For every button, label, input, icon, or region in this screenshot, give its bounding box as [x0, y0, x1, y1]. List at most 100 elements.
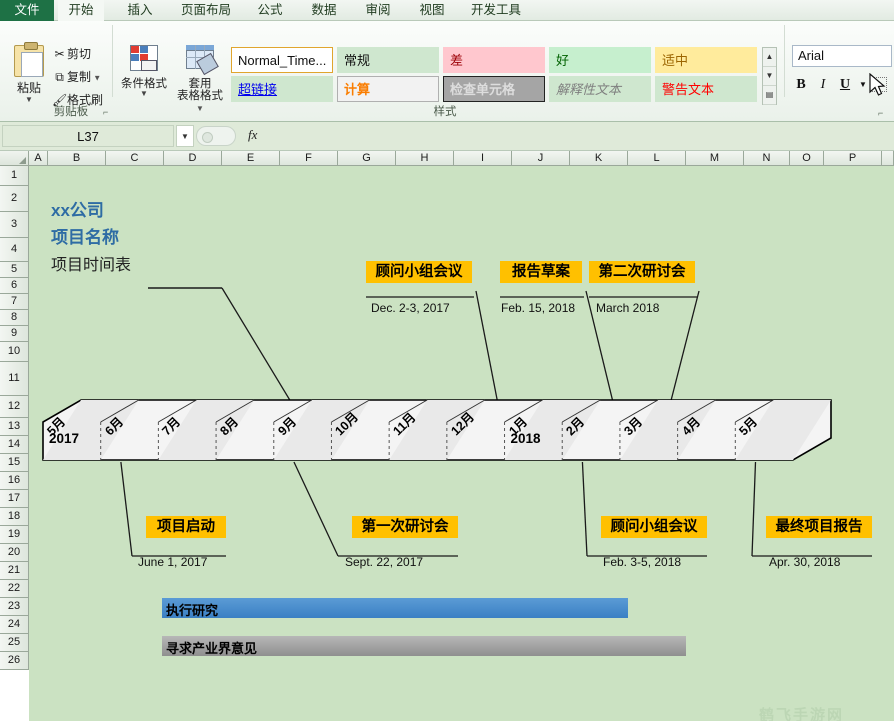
formula-input[interactable]	[300, 125, 892, 147]
column-header-H[interactable]: H	[396, 151, 454, 166]
cell-style-0[interactable]: Normal_Time...	[231, 47, 333, 73]
cell-style-4[interactable]: 适中	[655, 47, 757, 73]
cell-style-2[interactable]: 差	[443, 47, 545, 73]
conditional-format-icon	[127, 45, 161, 77]
font-family-input[interactable]: Arial	[792, 45, 892, 67]
select-all-corner[interactable]	[0, 151, 29, 166]
cut-button[interactable]: ✂剪切	[52, 45, 91, 64]
styles-scroll-button-2[interactable]: ▤	[763, 86, 776, 105]
column-header-x[interactable]	[882, 151, 894, 166]
underline-caret[interactable]: ▼	[854, 75, 872, 95]
ribbon-tab-3[interactable]: 页面布局	[172, 0, 240, 21]
row-header-15[interactable]: 15	[0, 454, 29, 472]
formula-buttons-group	[196, 126, 236, 146]
cell-style-3[interactable]: 好	[549, 47, 651, 73]
row-header-11[interactable]: 11	[0, 362, 29, 396]
conditional-format-button[interactable]: 条件格式 ▼	[116, 45, 172, 97]
ribbon-tab-5[interactable]: 数据	[302, 0, 346, 21]
ribbon-tab-0[interactable]: 文件	[0, 0, 54, 21]
copy-dropdown-caret[interactable]: ▼	[91, 73, 101, 82]
styles-scroll-button-0[interactable]: ▲	[763, 48, 776, 67]
name-box[interactable]: L37	[2, 125, 174, 147]
cell-style-1[interactable]: 常规	[337, 47, 439, 73]
row-header-26[interactable]: 26	[0, 652, 29, 670]
column-header-E[interactable]: E	[222, 151, 280, 166]
bold-button[interactable]: B	[792, 75, 810, 95]
borders-icon[interactable]	[872, 77, 887, 92]
insert-function-icon[interactable]: fx	[248, 127, 257, 143]
column-header-O[interactable]: O	[790, 151, 824, 166]
row-header-7[interactable]: 7	[0, 294, 29, 310]
column-header-B[interactable]: B	[48, 151, 106, 166]
table-format-label-top: 套用	[172, 78, 228, 90]
cell-style-8[interactable]: 解释性文本	[549, 76, 651, 102]
table-format-button[interactable]: 套用 表格格式 ▼	[172, 45, 228, 115]
column-header-F[interactable]: F	[280, 151, 338, 166]
conditional-format-caret[interactable]: ▼	[116, 90, 172, 97]
cell-style-5[interactable]: 超链接	[231, 76, 333, 102]
row-header-18[interactable]: 18	[0, 508, 29, 526]
ribbon-tab-6[interactable]: 审阅	[356, 0, 400, 21]
cell-style-6[interactable]: 计算	[337, 76, 439, 102]
sheet-canvas[interactable]: xx公司 项目名称 项目时间表 5月6月7月8月9月10月11月12月1月2月3…	[29, 166, 894, 721]
milestone-below-date-3: Apr. 30, 2018	[769, 554, 840, 569]
table-format-caret[interactable]: ▼	[196, 104, 204, 113]
styles-scroll-button-1[interactable]: ▼	[763, 67, 776, 86]
row-header-3[interactable]: 3	[0, 212, 29, 238]
row-header-1[interactable]: 1	[0, 166, 29, 186]
row-header-14[interactable]: 14	[0, 436, 29, 454]
row-header-4[interactable]: 4	[0, 238, 29, 262]
cell-styles-scrollbar[interactable]: ▲▼▤	[762, 47, 777, 105]
row-header-25[interactable]: 25	[0, 634, 29, 652]
table-format-label-bottom: 表格格式 ▼	[172, 90, 228, 115]
row-header-23[interactable]: 23	[0, 598, 29, 616]
milestone-above-date-0: Dec. 2-3, 2017	[371, 300, 450, 315]
row-header-20[interactable]: 20	[0, 544, 29, 562]
italic-button[interactable]: I	[814, 75, 832, 95]
column-header-N[interactable]: N	[744, 151, 790, 166]
row-header-9[interactable]: 9	[0, 326, 29, 342]
row-header-16[interactable]: 16	[0, 472, 29, 490]
row-header-19[interactable]: 19	[0, 526, 29, 544]
column-header-J[interactable]: J	[512, 151, 570, 166]
copy-button[interactable]: ⧉复制 ▼	[52, 68, 101, 87]
column-header-I[interactable]: I	[454, 151, 512, 166]
row-header-21[interactable]: 21	[0, 562, 29, 580]
row-header-24[interactable]: 24	[0, 616, 29, 634]
ribbon-tab-1[interactable]: 开始	[58, 0, 104, 21]
ribbon-tab-2[interactable]: 插入	[118, 0, 162, 21]
ribbon-tab-8[interactable]: 开发工具	[462, 0, 530, 21]
paste-button[interactable]: 粘贴 ▼	[6, 45, 52, 107]
cancel-icon[interactable]	[202, 132, 213, 143]
name-box-caret-icon[interactable]: ▼	[176, 125, 194, 147]
row-header-22[interactable]: 22	[0, 580, 29, 598]
column-header-L[interactable]: L	[628, 151, 686, 166]
ribbon-tab-4[interactable]: 公式	[248, 0, 292, 21]
styles-group-label: 样式	[380, 103, 510, 119]
row-header-17[interactable]: 17	[0, 490, 29, 508]
excel-window: 文件开始插入页面布局公式数据审阅视图开发工具 粘贴 ▼ ✂剪切 ⧉复制 ▼ 🖌格…	[0, 0, 894, 721]
row-header-13[interactable]: 13	[0, 418, 29, 436]
column-header-D[interactable]: D	[164, 151, 222, 166]
row-header-8[interactable]: 8	[0, 310, 29, 326]
clipboard-dialog-launcher-icon[interactable]: ⌐	[103, 107, 108, 117]
row-header-12[interactable]: 12	[0, 396, 29, 418]
column-header-K[interactable]: K	[570, 151, 628, 166]
font-dialog-launcher-icon[interactable]: ⌐	[878, 108, 883, 118]
column-header-A[interactable]: A	[29, 151, 48, 166]
column-header-M[interactable]: M	[686, 151, 744, 166]
paste-dropdown-caret[interactable]: ▼	[6, 96, 52, 103]
row-header-6[interactable]: 6	[0, 278, 29, 294]
row-header-5[interactable]: 5	[0, 262, 29, 278]
underline-button[interactable]: U	[836, 75, 854, 95]
cell-style-7[interactable]: 检查单元格	[443, 76, 545, 102]
milestone-above-date-1: Feb. 15, 2018	[501, 300, 575, 315]
milestone-above-label-2: 第二次研讨会	[589, 261, 695, 283]
cell-style-9[interactable]: 警告文本	[655, 76, 757, 102]
column-header-C[interactable]: C	[106, 151, 164, 166]
ribbon-tab-7[interactable]: 视图	[410, 0, 454, 21]
row-header-10[interactable]: 10	[0, 342, 29, 362]
column-header-P[interactable]: P	[824, 151, 882, 166]
column-header-G[interactable]: G	[338, 151, 396, 166]
row-header-2[interactable]: 2	[0, 186, 29, 212]
